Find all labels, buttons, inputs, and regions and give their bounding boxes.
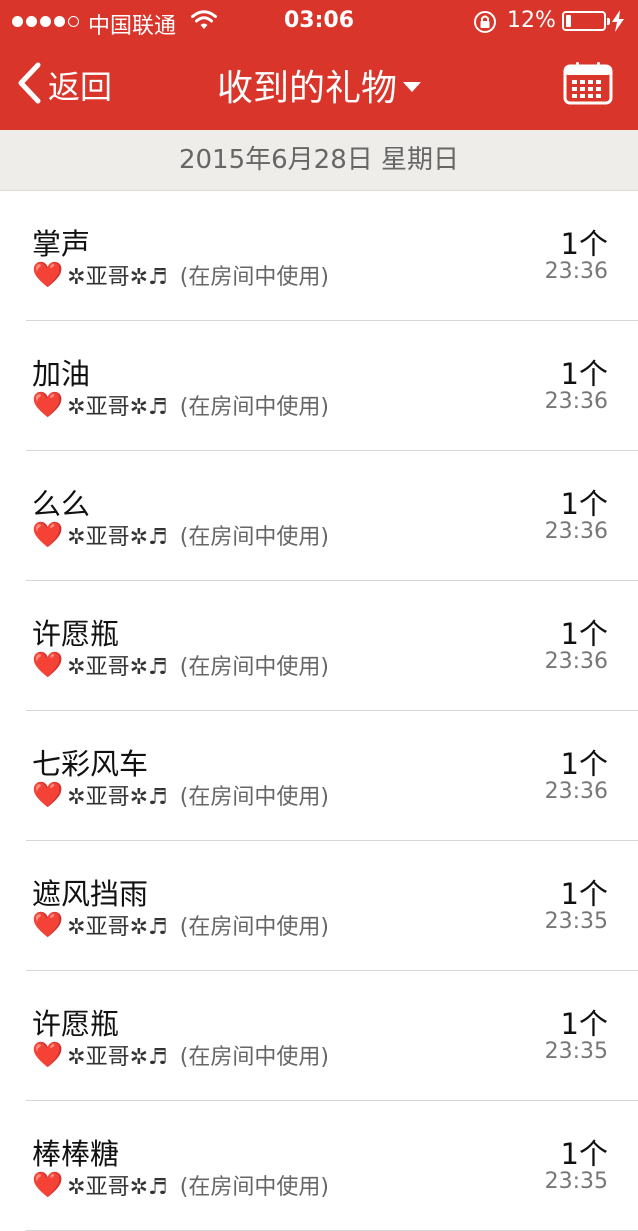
gift-time: 23:36: [544, 389, 608, 414]
date-label: 2015年6月28日 星期日: [178, 145, 460, 175]
gift-name: 棒棒糖: [32, 1137, 120, 1171]
heart-icon: ❤️: [32, 1170, 64, 1199]
usage-note: (在房间中使用): [179, 1175, 329, 1200]
gift-sender-line: ❤️ ✲亚哥✲♬ (在房间中使用): [32, 779, 329, 811]
gift-name: 许愿瓶: [32, 617, 120, 651]
usage-note: (在房间中使用): [179, 1045, 329, 1070]
gift-count: 1个: [560, 747, 608, 781]
gift-row[interactable]: 七彩风车 ❤️ ✲亚哥✲♬ (在房间中使用) 1个 23:36: [26, 711, 638, 841]
gift-row[interactable]: 么么 ❤️ ✲亚哥✲♬ (在房间中使用) 1个 23:36: [26, 451, 638, 581]
gift-time: 23:36: [544, 649, 608, 674]
status-bar: 中国联通 03:06 12%: [0, 0, 638, 44]
usage-note: (在房间中使用): [179, 525, 329, 550]
page-title: 收到的礼物: [216, 68, 397, 109]
gift-time: 23:36: [544, 779, 608, 804]
gift-sender-line: ❤️ ✲亚哥✲♬ (在房间中使用): [32, 1169, 329, 1201]
heart-icon: ❤️: [32, 780, 64, 809]
gift-count: 1个: [560, 617, 608, 651]
battery-icon: [562, 11, 610, 31]
sender-name: ✲亚哥✲♬: [67, 785, 168, 810]
sender-name: ✲亚哥✲♬: [67, 1175, 168, 1200]
sender-name: ✲亚哥✲♬: [67, 1045, 168, 1070]
gift-name: 七彩风车: [32, 747, 149, 781]
gift-count: 1个: [560, 1007, 608, 1041]
calendar-button[interactable]: [563, 61, 613, 109]
usage-note: (在房间中使用): [179, 655, 329, 680]
gift-row[interactable]: 许愿瓶 ❤️ ✲亚哥✲♬ (在房间中使用) 1个 23:35: [26, 971, 638, 1101]
sender-name: ✲亚哥✲♬: [67, 265, 168, 290]
gift-name: 掌声: [32, 227, 91, 261]
rotation-lock-icon: [472, 9, 498, 39]
sender-name: ✲亚哥✲♬: [67, 525, 168, 550]
gift-row[interactable]: 加油 ❤️ ✲亚哥✲♬ (在房间中使用) 1个 23:36: [26, 321, 638, 451]
gift-sender-line: ❤️ ✲亚哥✲♬ (在房间中使用): [32, 389, 329, 421]
gift-row[interactable]: 遮风挡雨 ❤️ ✲亚哥✲♬ (在房间中使用) 1个 23:35: [26, 841, 638, 971]
gift-sender-line: ❤️ ✲亚哥✲♬ (在房间中使用): [32, 649, 329, 681]
heart-icon: ❤️: [32, 650, 64, 679]
gift-time: 23:35: [544, 1039, 608, 1064]
heart-icon: ❤️: [32, 1040, 64, 1069]
calendar-icon: [563, 62, 613, 109]
gift-row[interactable]: 掌声 ❤️ ✲亚哥✲♬ (在房间中使用) 1个 23:36: [26, 191, 638, 321]
gift-time: 23:35: [544, 1169, 608, 1194]
gift-sender-line: ❤️ ✲亚哥✲♬ (在房间中使用): [32, 1039, 329, 1071]
gift-time: 23:35: [544, 909, 608, 934]
title-dropdown[interactable]: 收到的礼物: [0, 62, 638, 109]
heart-icon: ❤️: [32, 520, 64, 549]
gift-name: 么么: [32, 487, 91, 521]
gift-time: 23:36: [544, 519, 608, 544]
usage-note: (在房间中使用): [179, 265, 329, 290]
heart-icon: ❤️: [32, 910, 64, 939]
heart-icon: ❤️: [32, 260, 64, 289]
gift-name: 加油: [32, 357, 91, 391]
gift-row[interactable]: 棒棒糖 ❤️ ✲亚哥✲♬ (在房间中使用) 1个 23:35: [26, 1101, 638, 1231]
gift-sender-line: ❤️ ✲亚哥✲♬ (在房间中使用): [32, 259, 329, 291]
sender-name: ✲亚哥✲♬: [67, 395, 168, 420]
gift-count: 1个: [560, 1137, 608, 1171]
gift-count: 1个: [560, 487, 608, 521]
top-bar: 中国联通 03:06 12% 返回 收到的礼物: [0, 0, 638, 130]
gift-row[interactable]: 许愿瓶 ❤️ ✲亚哥✲♬ (在房间中使用) 1个 23:36: [26, 581, 638, 711]
gift-count: 1个: [560, 357, 608, 391]
gift-sender-line: ❤️ ✲亚哥✲♬ (在房间中使用): [32, 519, 329, 551]
usage-note: (在房间中使用): [179, 915, 329, 940]
date-header: 2015年6月28日 星期日: [0, 130, 638, 191]
sender-name: ✲亚哥✲♬: [67, 655, 168, 680]
battery-percent: 12%: [507, 8, 556, 33]
usage-note: (在房间中使用): [179, 395, 329, 420]
gift-name: 许愿瓶: [32, 1007, 120, 1041]
charging-bolt-icon: [611, 10, 625, 36]
caret-down-icon: [403, 82, 421, 92]
gift-list: 掌声 ❤️ ✲亚哥✲♬ (在房间中使用) 1个 23:36 加油 ❤️ ✲亚哥✲…: [0, 191, 638, 1231]
gift-sender-line: ❤️ ✲亚哥✲♬ (在房间中使用): [32, 909, 329, 941]
sender-name: ✲亚哥✲♬: [67, 915, 168, 940]
gift-count: 1个: [560, 227, 608, 261]
gift-name: 遮风挡雨: [32, 877, 149, 911]
usage-note: (在房间中使用): [179, 785, 329, 810]
gift-count: 1个: [560, 877, 608, 911]
heart-icon: ❤️: [32, 390, 64, 419]
gift-time: 23:36: [544, 259, 608, 284]
